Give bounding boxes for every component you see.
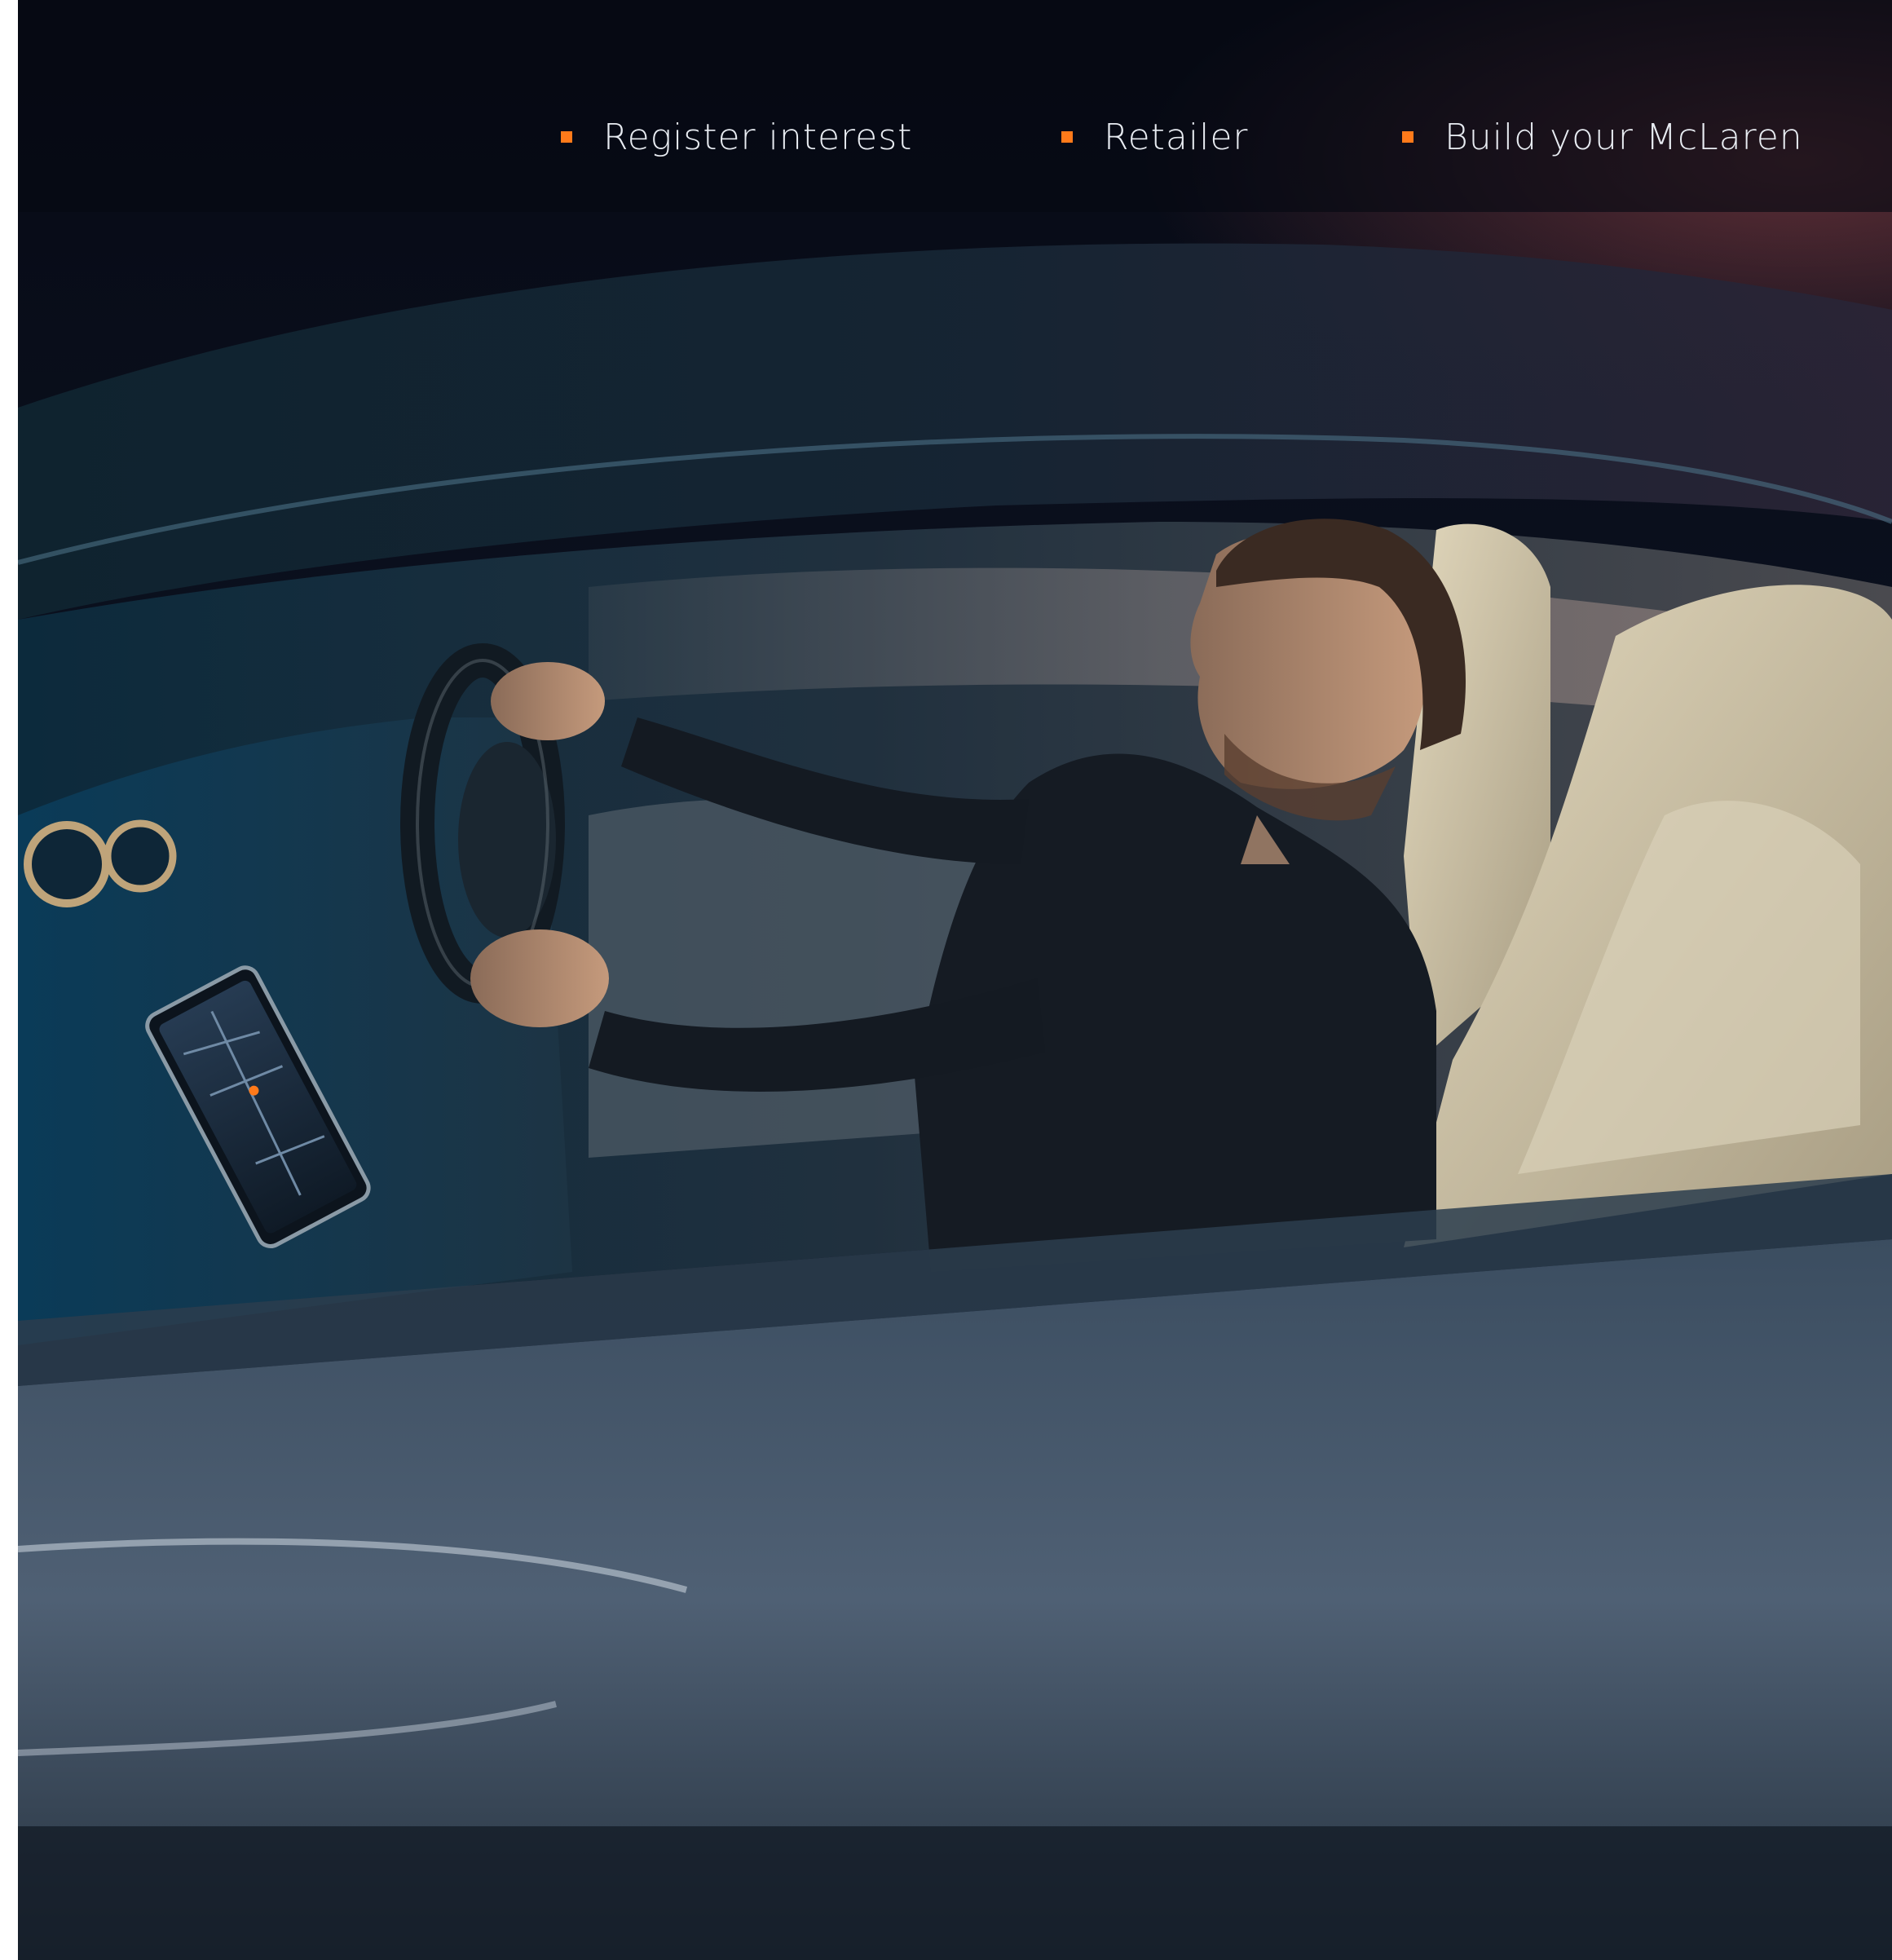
nav-link-register-interest[interactable]: Register interest bbox=[561, 104, 912, 170]
door-shadow bbox=[18, 1826, 1892, 1960]
nav-label: Register interest bbox=[603, 116, 913, 158]
brochure-nav: Register interest Retailer Build your Mc… bbox=[18, 104, 1892, 170]
square-bullet-icon bbox=[1061, 131, 1073, 143]
nav-link-build-your-mclaren[interactable]: Build your McLaren bbox=[1402, 104, 1803, 170]
square-bullet-icon bbox=[1402, 131, 1413, 143]
nav-label: Build your McLaren bbox=[1444, 116, 1803, 158]
page-margin bbox=[0, 0, 18, 1960]
nav-link-retailer[interactable]: Retailer bbox=[1061, 104, 1249, 170]
square-bullet-icon bbox=[561, 131, 572, 143]
nav-label: Retailer bbox=[1104, 116, 1249, 158]
hero-photo-driver-in-car: Register interest Retailer Build your Mc… bbox=[18, 0, 1892, 1960]
brochure-page: Register interest Retailer Build your Mc… bbox=[0, 0, 1892, 1960]
photo-illustration bbox=[18, 0, 1892, 1960]
